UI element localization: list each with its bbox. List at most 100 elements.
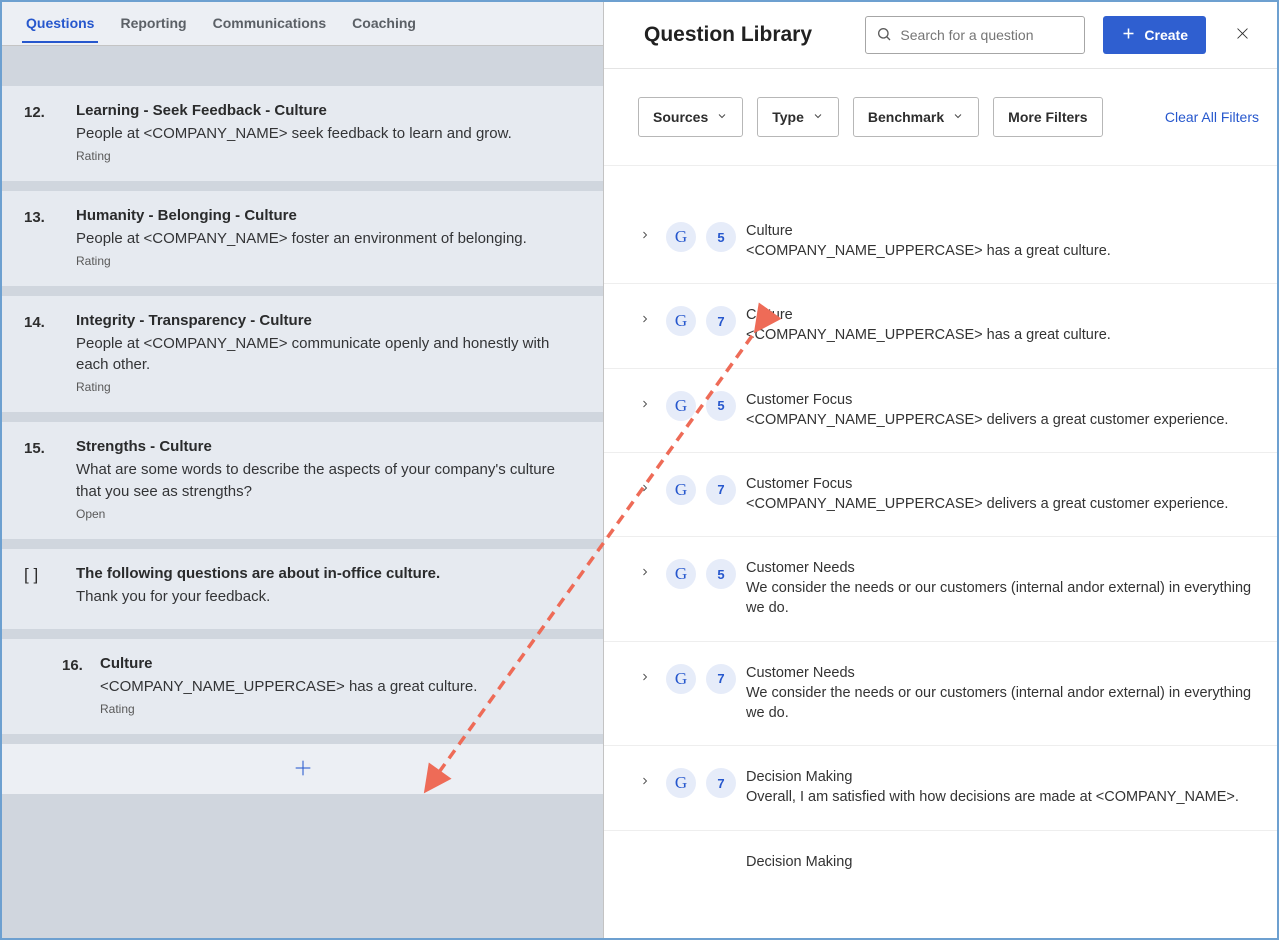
library-item[interactable]: G 7 Customer Needs We consider the needs… (604, 642, 1277, 747)
library-text: We consider the needs or our customers (… (746, 578, 1259, 619)
question-item[interactable]: 12. Learning - Seek Feedback - Culture P… (2, 86, 603, 181)
chevron-down-icon (952, 109, 964, 125)
search-input[interactable] (900, 27, 1074, 43)
chevron-right-icon (639, 228, 651, 244)
count-badge: 5 (706, 222, 736, 252)
tab-reporting[interactable]: Reporting (116, 5, 190, 43)
filter-type[interactable]: Type (757, 97, 839, 137)
search-icon (876, 26, 900, 45)
question-title: Integrity - Transparency - Culture (76, 312, 583, 329)
library-category: Culture (746, 223, 1259, 239)
top-tabs: Questions Reporting Communications Coach… (2, 2, 603, 46)
close-button[interactable] (1230, 21, 1255, 49)
question-number: 12. (24, 102, 64, 163)
expand-toggle[interactable] (634, 475, 656, 497)
filter-more[interactable]: More Filters (993, 97, 1102, 137)
question-text: People at <COMPANY_NAME> foster an envir… (76, 228, 583, 250)
library-item[interactable]: Decision Making (604, 831, 1277, 872)
source-badge-g: G (666, 664, 696, 694)
question-text: People at <COMPANY_NAME> communicate ope… (76, 333, 583, 377)
library-text: Overall, I am satisfied with how decisio… (746, 787, 1259, 807)
source-badge-g: G (666, 391, 696, 421)
section-text: Thank you for your feedback. (76, 586, 583, 608)
library-item[interactable]: G 5 Customer Needs We consider the needs… (604, 537, 1277, 642)
library-text: <COMPANY_NAME_UPPERCASE> delivers a grea… (746, 494, 1259, 514)
plus-icon (1121, 26, 1136, 44)
section-item[interactable]: [ ] The following questions are about in… (2, 549, 603, 630)
question-type: Open (76, 507, 583, 521)
question-type: Rating (76, 149, 583, 163)
library-text: <COMPANY_NAME_UPPERCASE> delivers a grea… (746, 410, 1259, 430)
question-text: <COMPANY_NAME_UPPERCASE> has a great cul… (100, 676, 583, 698)
chevron-right-icon (639, 774, 651, 790)
chevron-right-icon (639, 312, 651, 328)
source-badge-g: G (666, 475, 696, 505)
library-header: Question Library Create (604, 2, 1277, 69)
section-bracket-icon: [ ] (24, 565, 64, 612)
create-button-label: Create (1144, 27, 1188, 43)
library-item[interactable]: G 7 Decision Making Overall, I am satisf… (604, 746, 1277, 830)
question-list: 12. Learning - Seek Feedback - Culture P… (2, 46, 603, 938)
chevron-down-icon (716, 109, 728, 125)
library-item[interactable]: G 5 Culture <COMPANY_NAME_UPPERCASE> has… (604, 166, 1277, 284)
filter-label: Benchmark (868, 109, 944, 125)
count-badge: 7 (706, 768, 736, 798)
filter-label: More Filters (1008, 109, 1087, 125)
search-input-wrapper[interactable] (865, 16, 1085, 54)
tab-questions[interactable]: Questions (22, 5, 98, 43)
expand-toggle[interactable] (634, 559, 656, 581)
library-item[interactable]: G 7 Culture <COMPANY_NAME_UPPERCASE> has… (604, 284, 1277, 368)
question-number: 14. (24, 312, 64, 395)
tab-coaching[interactable]: Coaching (348, 5, 420, 43)
expand-toggle[interactable] (634, 664, 656, 686)
close-icon (1234, 30, 1251, 45)
chevron-right-icon (639, 565, 651, 581)
filter-label: Type (772, 109, 804, 125)
expand-toggle[interactable] (634, 306, 656, 328)
question-title: Humanity - Belonging - Culture (76, 207, 583, 224)
source-badge-g: G (666, 306, 696, 336)
question-item[interactable]: 14. Integrity - Transparency - Culture P… (2, 296, 603, 413)
questions-pane: Questions Reporting Communications Coach… (2, 2, 604, 938)
library-title: Question Library (644, 23, 847, 47)
tab-communications[interactable]: Communications (209, 5, 331, 43)
question-library-panel: Question Library Create Sour (604, 2, 1277, 938)
chevron-right-icon (639, 670, 651, 686)
create-button[interactable]: Create (1103, 16, 1206, 54)
filter-sources[interactable]: Sources (638, 97, 743, 137)
question-title: Strengths - Culture (76, 438, 583, 455)
library-item[interactable]: G 7 Customer Focus <COMPANY_NAME_UPPERCA… (604, 453, 1277, 537)
library-category: Customer Needs (746, 665, 1259, 681)
library-text: We consider the needs or our customers (… (746, 683, 1259, 724)
question-title: Culture (100, 655, 583, 672)
question-type: Rating (76, 380, 583, 394)
source-badge-g: G (666, 559, 696, 589)
question-number: 16. (24, 655, 88, 716)
expand-toggle[interactable] (634, 391, 656, 413)
question-item[interactable]: 13. Humanity - Belonging - Culture Peopl… (2, 191, 603, 286)
library-text: <COMPANY_NAME_UPPERCASE> has a great cul… (746, 325, 1259, 345)
question-item[interactable]: 16. Culture <COMPANY_NAME_UPPERCASE> has… (2, 639, 603, 734)
question-number: 13. (24, 207, 64, 268)
plus-icon (292, 757, 314, 782)
section-title: The following questions are about in-off… (76, 565, 583, 582)
count-badge: 7 (706, 664, 736, 694)
question-title: Learning - Seek Feedback - Culture (76, 102, 583, 119)
library-category: Culture (746, 307, 1259, 323)
clear-filters-link[interactable]: Clear All Filters (1165, 109, 1259, 125)
expand-toggle[interactable] (634, 768, 656, 790)
library-list: G 5 Culture <COMPANY_NAME_UPPERCASE> has… (604, 166, 1277, 938)
library-category: Decision Making (746, 850, 1259, 870)
library-category: Customer Focus (746, 392, 1259, 408)
library-item[interactable]: G 5 Customer Focus <COMPANY_NAME_UPPERCA… (604, 369, 1277, 453)
chevron-right-icon (639, 397, 651, 413)
add-question-row[interactable] (2, 744, 603, 794)
expand-toggle[interactable] (634, 222, 656, 244)
question-type: Rating (100, 702, 583, 716)
filter-benchmark[interactable]: Benchmark (853, 97, 979, 137)
chevron-down-icon (812, 109, 824, 125)
question-number: 15. (24, 438, 64, 521)
source-badge-g: G (666, 222, 696, 252)
count-badge: 7 (706, 475, 736, 505)
question-item[interactable]: 15. Strengths - Culture What are some wo… (2, 422, 603, 539)
